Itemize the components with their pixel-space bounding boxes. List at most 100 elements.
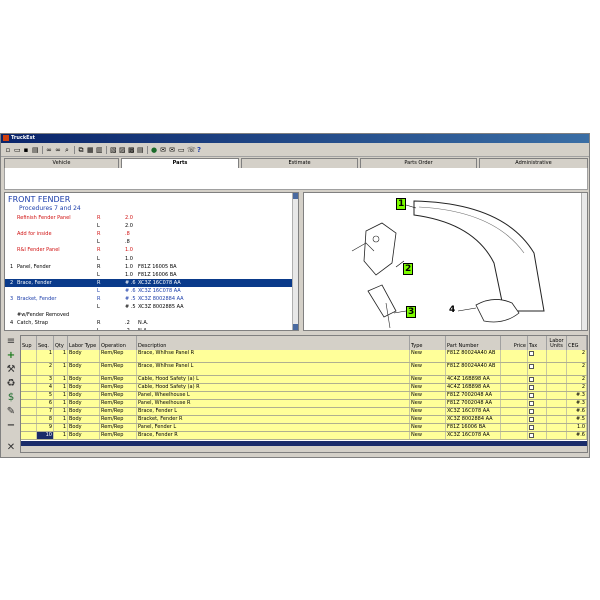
mail-open-icon[interactable]: ✉: [168, 146, 176, 154]
cell-tax[interactable]: [528, 384, 547, 391]
recycle-icon[interactable]: ♻: [6, 379, 16, 389]
scroll-down-arrow[interactable]: [293, 324, 298, 330]
col-seq[interactable]: Seq.: [37, 336, 54, 350]
callout-1[interactable]: 1: [396, 198, 407, 210]
part-num: 3: [10, 296, 14, 302]
callout-4[interactable]: 4: [449, 305, 455, 315]
scroll-up-arrow[interactable]: [293, 193, 298, 199]
minus-icon[interactable]: −: [6, 421, 16, 431]
table-row[interactable]: 9 1 Body Rem/Rep Panel, Fender L New F81Z 1600…: [21, 424, 587, 432]
grid-scrollbar[interactable]: [21, 441, 587, 452]
save-icon[interactable]: ▪: [22, 146, 30, 154]
tax-checkbox[interactable]: [529, 401, 534, 406]
table-row[interactable]: 3 1 Body Rem/Rep Cable, Hood Safety (a) L New…: [21, 376, 587, 384]
tax-checkbox[interactable]: [529, 364, 534, 369]
tax-checkbox[interactable]: [529, 425, 534, 430]
parts-list-scrollbar[interactable]: [292, 193, 298, 330]
paste-icon[interactable]: ▦: [86, 146, 94, 154]
parts-row[interactable]: R&I Fender Panel R 1.0: [5, 246, 293, 254]
tools-icon[interactable]: ⚒: [6, 365, 16, 375]
table-row[interactable]: 7 1 Body Rem/Rep Brace, Fender L New XC3Z 16C0…: [21, 408, 587, 416]
add-icon[interactable]: +: [6, 351, 16, 361]
tab-administrative[interactable]: Administrative: [479, 158, 588, 168]
col-operation[interactable]: Operation: [100, 336, 137, 350]
cell-tax[interactable]: [528, 408, 547, 415]
cell-tax[interactable]: [528, 376, 547, 383]
parts-row[interactable]: L # .6 XC3Z 16C078 AA: [5, 287, 293, 295]
help-icon[interactable]: ?: [195, 146, 203, 154]
copy-icon[interactable]: ⧉: [77, 146, 85, 154]
wrench-icon[interactable]: ✎: [6, 407, 16, 417]
parts-row[interactable]: L .8: [5, 238, 293, 246]
tax-checkbox[interactable]: [529, 393, 534, 398]
close-icon[interactable]: ✕: [6, 443, 16, 453]
calculator-icon[interactable]: ▩: [127, 146, 135, 154]
diagram-scrollbar[interactable]: [581, 193, 587, 330]
open-icon[interactable]: ▭: [13, 146, 21, 154]
image-icon[interactable]: ▧: [109, 146, 117, 154]
parts-row[interactable]: 1 Panel, Fender R 1.0 F81Z 16005 BA: [5, 263, 293, 271]
table-row[interactable]: 6 1 Body Rem/Rep Panel, Wheelhouse R New F81Z …: [21, 400, 587, 408]
callout-2[interactable]: 2: [403, 263, 414, 275]
globe-icon[interactable]: ●: [150, 146, 158, 154]
col-labor-type[interactable]: Labor Type: [68, 336, 100, 350]
tax-checkbox[interactable]: [529, 433, 534, 438]
binoculars-icon[interactable]: ∞: [45, 146, 53, 154]
new-icon[interactable]: ▫: [4, 146, 12, 154]
parts-row[interactable]: L 1.0 F81Z 16006 BA: [5, 271, 293, 279]
tax-checkbox[interactable]: [529, 417, 534, 422]
monitor-icon[interactable]: ▭: [177, 146, 185, 154]
tax-checkbox[interactable]: [529, 377, 534, 382]
zoom-icon[interactable]: ⌕: [63, 146, 71, 154]
parts-row[interactable]: 2 Brace, Fender R # .6 XC3Z 16C078 AA: [5, 278, 293, 287]
cell-price: [501, 408, 528, 415]
cell-tax[interactable]: [528, 400, 547, 407]
tax-checkbox[interactable]: [529, 409, 534, 414]
mail-icon[interactable]: ✉: [159, 146, 167, 154]
tax-checkbox[interactable]: [529, 385, 534, 390]
parts-row[interactable]: L 2.0: [5, 222, 293, 230]
parts-row[interactable]: L .2 N.A.: [5, 327, 293, 330]
col-tax[interactable]: Tax: [528, 336, 547, 350]
phone-icon[interactable]: ☏: [186, 146, 196, 154]
parts-row[interactable]: 4 Catch, Strap R .2 N.A.: [5, 319, 293, 327]
clipboard-icon[interactable]: ▥: [95, 146, 103, 154]
table-row[interactable]: 10 1 Body Rem/Rep Brace, Fender R New XC3Z 16C…: [21, 432, 587, 440]
table-row[interactable]: 2 1 Body Rem/Rep Brace, Whlhse Panel L New F81…: [21, 363, 587, 376]
col-qty[interactable]: Qty: [54, 336, 68, 350]
stack-icon[interactable]: ≡: [6, 337, 16, 347]
table-row[interactable]: 8 1 Body Rem/Rep Bracket, Fender R New XC3Z 80…: [21, 416, 587, 424]
picture-icon[interactable]: ▨: [118, 146, 126, 154]
callout-3[interactable]: 3: [406, 306, 417, 318]
cell-tax[interactable]: [528, 416, 547, 423]
parts-row[interactable]: #w/Fender Removed: [5, 311, 293, 319]
parts-row[interactable]: L # .5 XC3Z 8002885 AA: [5, 303, 293, 311]
binoculars-prev-icon[interactable]: ∞: [54, 146, 62, 154]
parts-row[interactable]: L 1.0: [5, 255, 293, 263]
cell-tax[interactable]: [528, 424, 547, 431]
dollar-icon[interactable]: $: [6, 393, 16, 403]
table-row[interactable]: 4 1 Body Rem/Rep Cable, Hood Safety (a) R New…: [21, 384, 587, 392]
parts-row[interactable]: Add for inside R .8: [5, 230, 293, 238]
print-icon[interactable]: ▤: [31, 146, 39, 154]
col-description[interactable]: Description: [137, 336, 410, 350]
cell-tax[interactable]: [528, 363, 547, 375]
col-price[interactable]: Price: [501, 336, 528, 350]
parts-row[interactable]: Refinish Fender Panel R 2.0: [5, 214, 293, 222]
col-labor-units[interactable]: Labor Units: [547, 336, 567, 350]
tax-checkbox[interactable]: [529, 351, 534, 356]
col-part-number[interactable]: Part Number: [446, 336, 501, 350]
tab-parts-order[interactable]: Parts Order: [360, 158, 477, 168]
cell-tax[interactable]: [528, 392, 547, 399]
notes-icon[interactable]: ▤: [136, 146, 144, 154]
tab-vehicle[interactable]: Vehicle: [4, 158, 119, 168]
col-type[interactable]: Type: [410, 336, 446, 350]
cell-tax[interactable]: [528, 350, 547, 362]
table-row[interactable]: 1 1 Body Rem/Rep Brace, Whlhse Panel R New F81…: [21, 350, 587, 363]
table-row[interactable]: 5 1 Body Rem/Rep Panel, Wheelhouse L New F81Z …: [21, 392, 587, 400]
tab-estimate[interactable]: Estimate: [241, 158, 358, 168]
col-ceg[interactable]: CEG: [567, 336, 587, 350]
parts-row[interactable]: 3 Bracket, Fender R # .5 XC3Z 8002884 AA: [5, 295, 293, 303]
col-sup[interactable]: Sup: [21, 336, 37, 350]
cell-tax[interactable]: [528, 432, 547, 439]
